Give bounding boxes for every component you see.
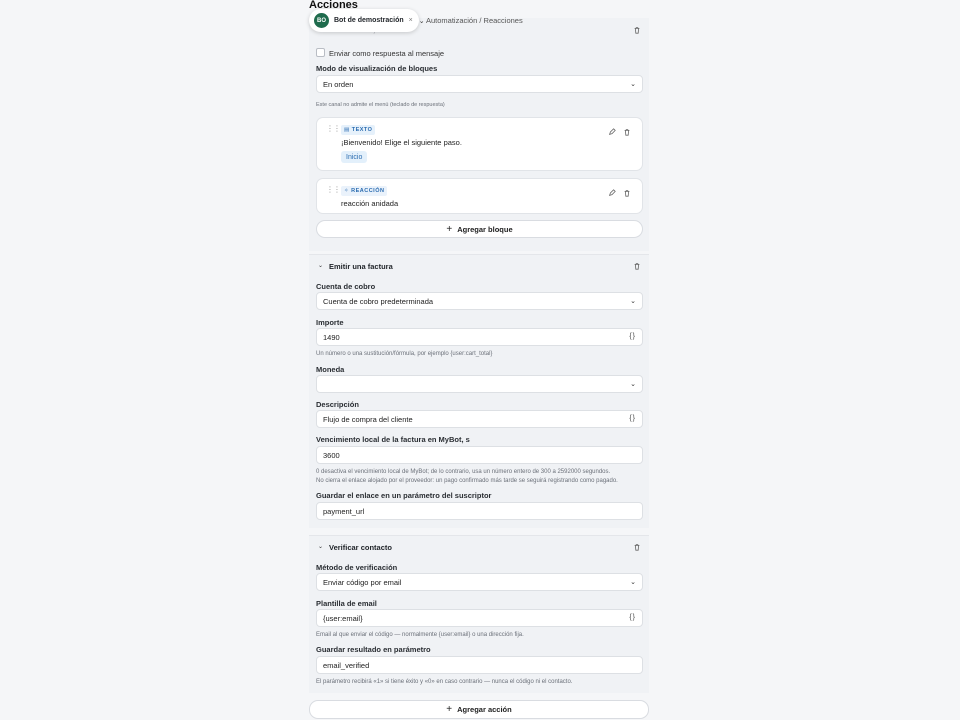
trash-icon[interactable] xyxy=(633,262,641,270)
invoice-section: ⌄ Emitir una factura Cuenta de cobro Cue… xyxy=(309,254,649,528)
pencil-icon[interactable] xyxy=(608,189,616,197)
currency-select[interactable]: ⌄ xyxy=(316,375,643,393)
block-tag-text: ▤ TEXTO xyxy=(341,125,376,135)
verify-contact-section: ⌄ Verificar contacto Método de verificac… xyxy=(309,535,649,693)
method-label: Método de verificación xyxy=(316,563,398,572)
pencil-icon[interactable] xyxy=(608,128,616,136)
account-select[interactable]: Cuenta de cobro predeterminada ⌄ xyxy=(316,292,643,310)
variable-insert-button[interactable]: {} xyxy=(629,333,636,340)
trash-icon[interactable] xyxy=(633,26,641,34)
chevron-down-icon: ⌄ xyxy=(630,381,636,388)
display-mode-value: En orden xyxy=(323,79,354,89)
chevron-down-icon[interactable]: ⌄ xyxy=(419,17,425,25)
reply-checkbox-label: Enviar como respuesta al mensaje xyxy=(329,49,445,58)
bot-avatar: BO xyxy=(314,13,329,28)
template-value: {user:email} xyxy=(323,613,363,623)
document-icon: ▤ xyxy=(344,127,350,133)
content-block-text[interactable]: ⋮⋮ ▤ TEXTO ¡Bienvenido! Elige el siguien… xyxy=(316,117,643,171)
variable-insert-button[interactable]: {} xyxy=(629,415,636,422)
display-mode-select[interactable]: En orden ⌄ xyxy=(316,75,643,93)
invoice-title: Emitir una factura xyxy=(329,262,393,271)
invoice-section-header[interactable]: ⌄ Emitir una factura xyxy=(309,254,649,276)
chevron-down-icon: ⌄ xyxy=(630,81,636,88)
block-button-chip[interactable]: Inicio xyxy=(341,151,368,163)
block-tag-reaction: ✧ REACCIÓN xyxy=(341,186,388,196)
save-link-input[interactable]: payment_url xyxy=(316,502,643,520)
reply-checkbox[interactable] xyxy=(316,48,325,57)
template-hint: Email al que enviar el código — normalme… xyxy=(316,632,524,638)
method-value: Enviar código por email xyxy=(323,577,402,587)
amount-label: Importe xyxy=(316,318,344,327)
drag-handle-icon[interactable]: ⋮⋮ xyxy=(326,186,341,194)
template-input[interactable]: {user:email} {} xyxy=(316,609,643,627)
sparkle-icon: ✧ xyxy=(344,188,350,194)
save-link-value: payment_url xyxy=(323,506,365,516)
plus-icon: + xyxy=(446,223,453,235)
result-input[interactable]: email_verified xyxy=(316,656,643,674)
bot-selector[interactable]: BO Bot de demostración × ⌄ xyxy=(309,9,425,32)
chevron-down-icon: ⌄ xyxy=(630,298,636,305)
variable-insert-button[interactable]: {} xyxy=(629,614,636,621)
result-value: email_verified xyxy=(323,660,370,670)
block-text: reacción anidada xyxy=(341,199,399,208)
expiry-input[interactable]: 3600 xyxy=(316,446,643,464)
chevron-down-icon[interactable]: ⌄ xyxy=(318,262,323,269)
trash-icon[interactable] xyxy=(633,543,641,551)
account-value: Cuenta de cobro predeterminada xyxy=(323,296,434,306)
trash-icon[interactable] xyxy=(623,189,631,197)
expiry-hint-1: 0 desactiva el vencimiento local de MyBo… xyxy=(316,469,611,475)
add-action-button[interactable]: + Agregar acción xyxy=(309,700,649,719)
description-value: Flujo de compra del cliente xyxy=(323,414,413,424)
display-mode-label: Modo de visualización de bloques xyxy=(316,64,438,73)
add-block-button[interactable]: + Agregar bloque xyxy=(316,220,643,238)
description-input[interactable]: Flujo de compra del cliente {} xyxy=(316,410,643,428)
chevron-down-icon[interactable]: ⌄ xyxy=(318,543,323,550)
result-label: Guardar resultado en parámetro xyxy=(316,645,431,654)
close-icon[interactable]: × xyxy=(409,17,413,24)
bot-name: Bot de demostración xyxy=(334,17,404,24)
channel-hint: Este canal no admite el menú (teclado de… xyxy=(316,102,445,108)
block-tag-label: TEXTO xyxy=(351,127,373,133)
verify-title: Verificar contacto xyxy=(329,543,392,552)
result-hint: El parámetro recibirá «1» si tiene éxito… xyxy=(316,679,573,685)
block-text: ¡Bienvenido! Elige el siguiente paso. xyxy=(341,138,462,147)
expiry-hint-2: No cierra el enlace alojado por el prove… xyxy=(316,478,618,484)
plus-icon: + xyxy=(446,704,453,715)
trash-icon[interactable] xyxy=(623,128,631,136)
expiry-value: 3600 xyxy=(323,450,340,460)
amount-value: 1490 xyxy=(323,332,340,342)
amount-hint: Un número o una sustitución/fórmula, por… xyxy=(316,351,493,357)
save-link-label: Guardar el enlace en un parámetro del su… xyxy=(316,491,492,500)
chevron-down-icon: ⌄ xyxy=(630,579,636,586)
currency-label: Moneda xyxy=(316,365,345,374)
drag-handle-icon[interactable]: ⋮⋮ xyxy=(326,125,341,133)
method-select[interactable]: Enviar código por email ⌄ xyxy=(316,573,643,591)
verify-section-header[interactable]: ⌄ Verificar contacto xyxy=(309,535,649,557)
add-action-label: Agregar acción xyxy=(457,705,512,714)
description-label: Descripción xyxy=(316,400,359,409)
template-label: Plantilla de email xyxy=(316,599,377,608)
block-tag-label: REACCIÓN xyxy=(351,188,385,194)
content-block-reaction[interactable]: ⋮⋮ ✧ REACCIÓN reacción anidada xyxy=(316,178,643,214)
add-block-label: Agregar bloque xyxy=(457,224,513,234)
send-message-section: Enviar mensaje Enviar como respuesta al … xyxy=(309,18,649,251)
breadcrumb[interactable]: Automatización / Reacciones xyxy=(426,16,523,25)
expiry-label: Vencimiento local de la factura en MyBot… xyxy=(316,435,470,444)
account-label: Cuenta de cobro xyxy=(316,282,376,291)
amount-input[interactable]: 1490 {} xyxy=(316,328,643,346)
